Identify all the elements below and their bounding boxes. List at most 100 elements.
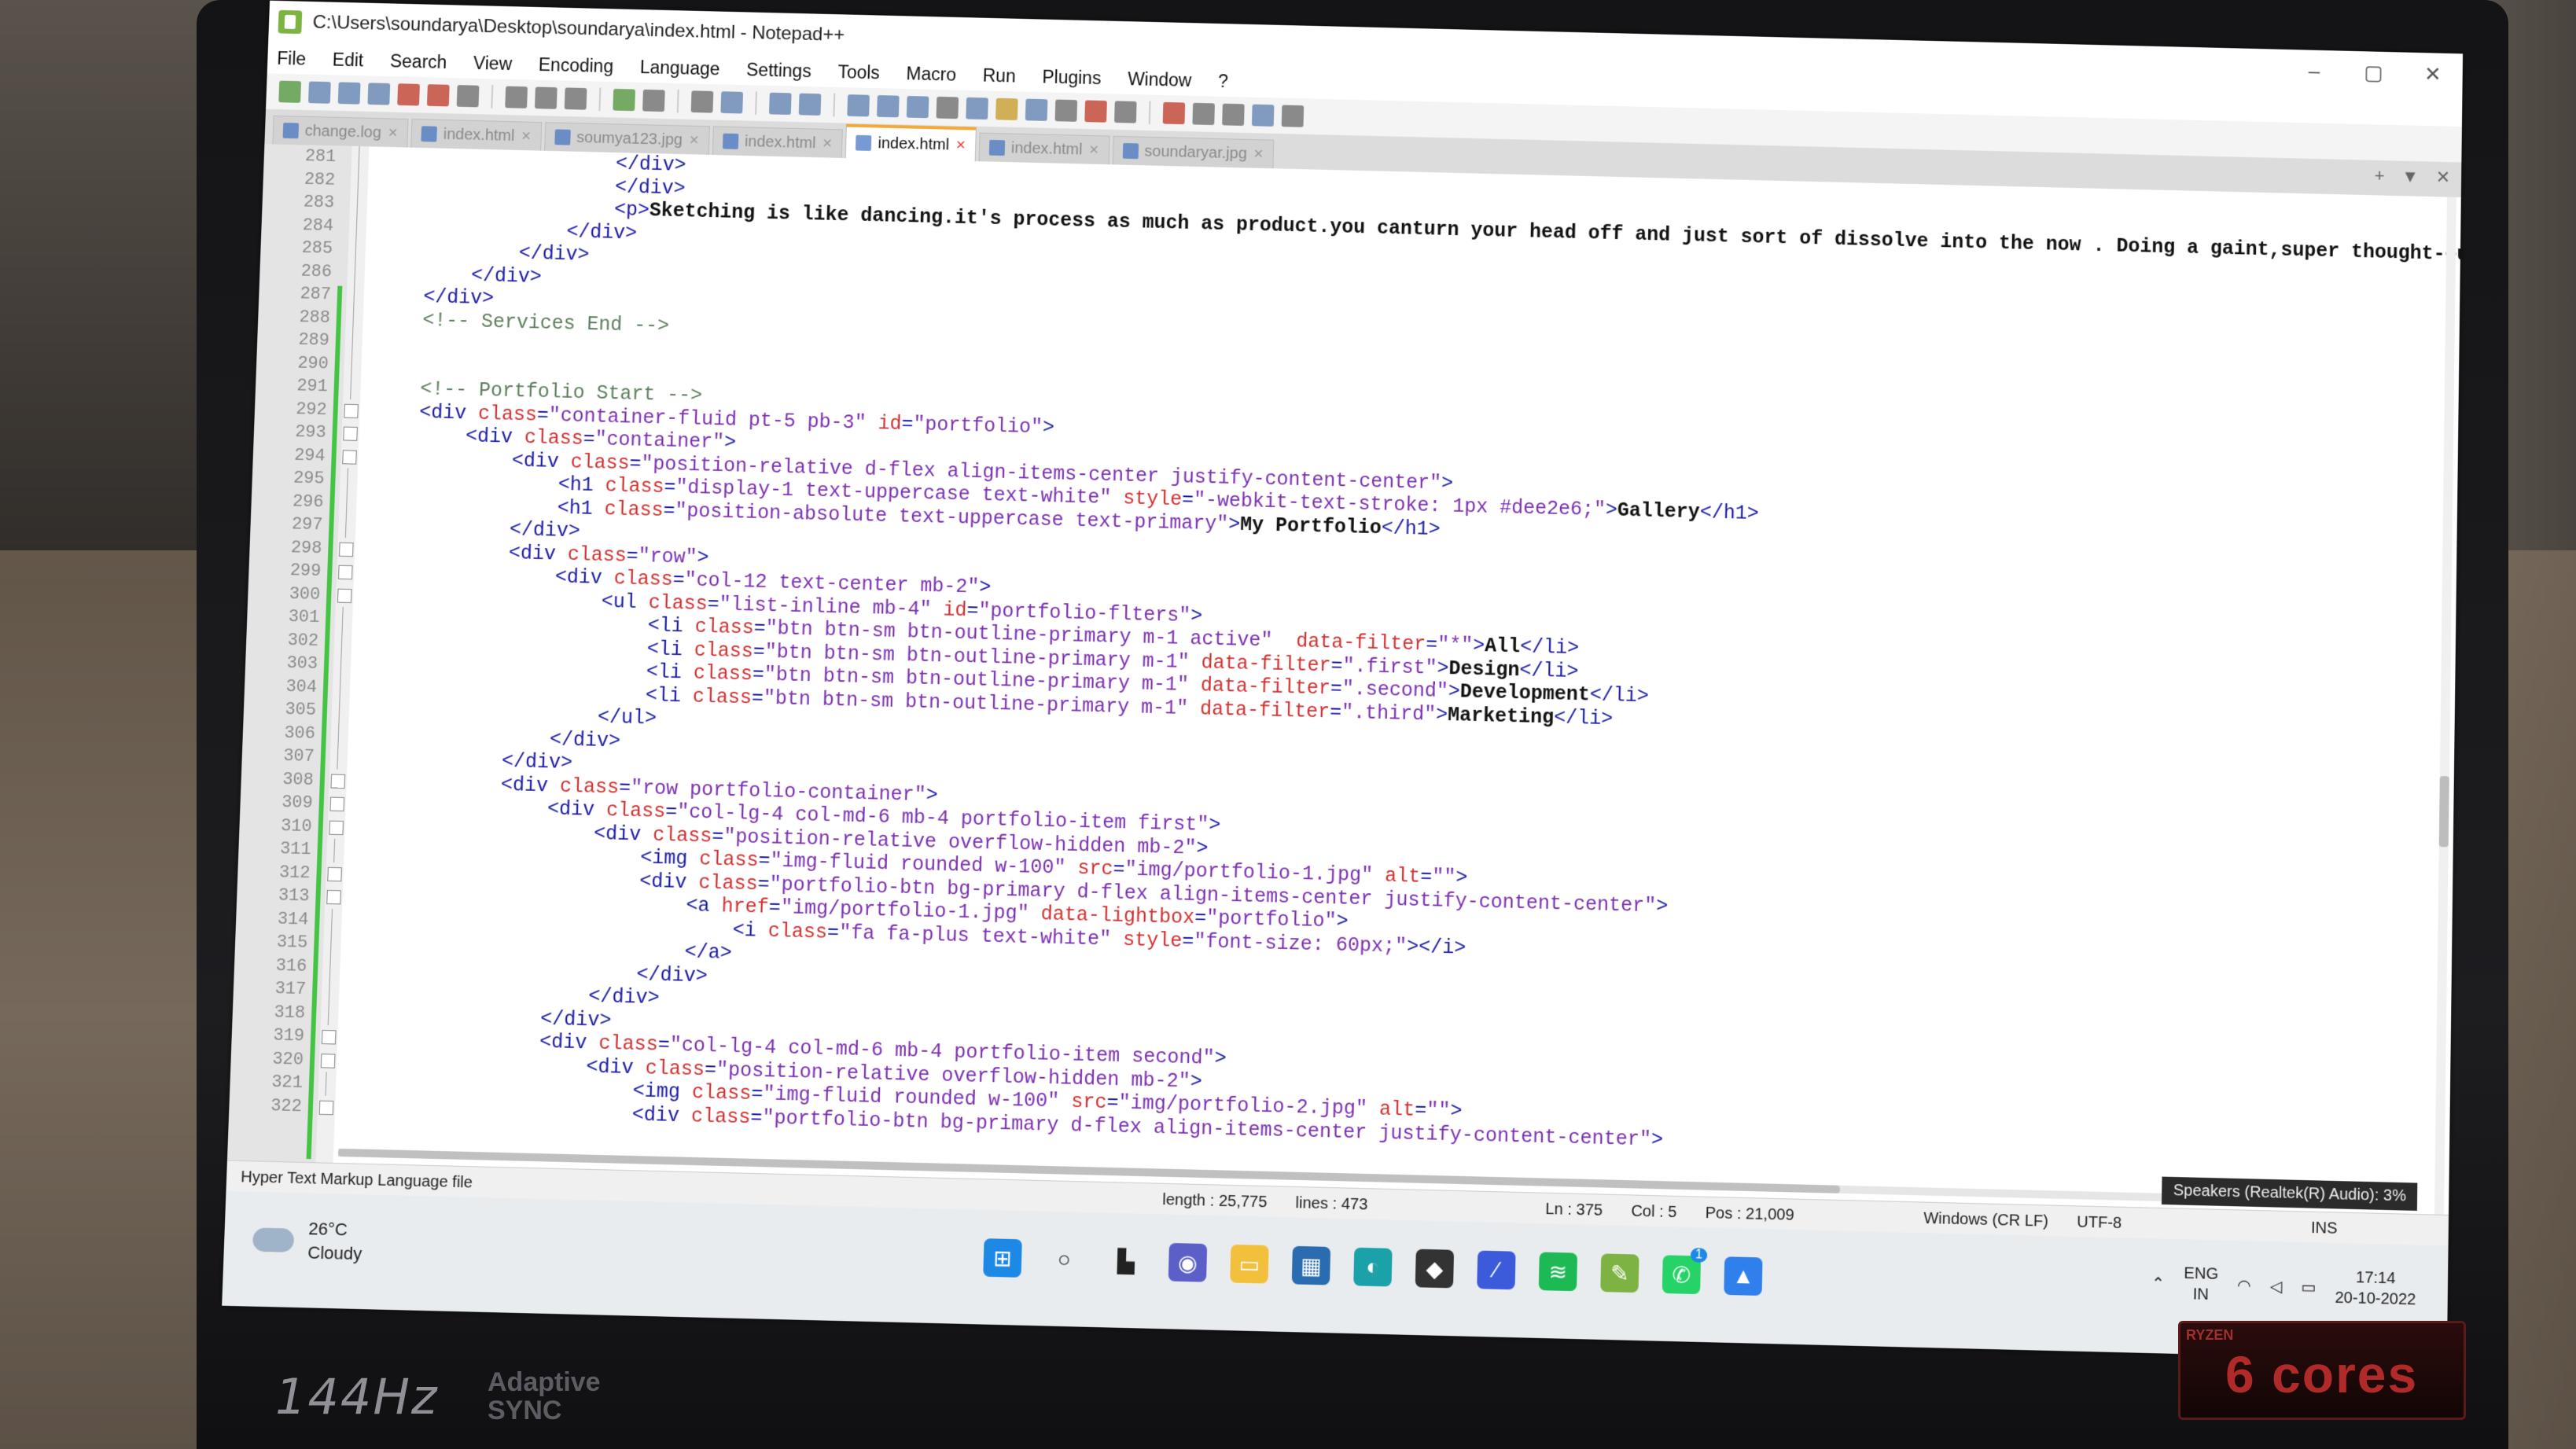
battery-icon[interactable]: ▭ xyxy=(2301,1277,2316,1297)
fold-toggle-icon[interactable] xyxy=(329,797,344,811)
stop-macro-icon[interactable] xyxy=(1192,103,1215,125)
unity-hub-icon[interactable]: ◆ xyxy=(1415,1249,1454,1289)
menu-tools[interactable]: Tools xyxy=(837,61,880,83)
fold-toggle-icon[interactable] xyxy=(343,427,358,441)
notepad-plus-plus-icon[interactable]: ✎ xyxy=(1600,1253,1639,1293)
indent-guide-icon[interactable] xyxy=(966,97,988,120)
fold-toggle-icon[interactable] xyxy=(339,542,354,556)
chevron-up-icon[interactable]: ⌃ xyxy=(2151,1273,2165,1293)
replace-icon[interactable] xyxy=(720,91,743,113)
close-file-icon[interactable] xyxy=(397,83,420,105)
language-indicator[interactable]: ENG IN xyxy=(2184,1263,2218,1306)
tab-index-html[interactable]: index.html ✕ xyxy=(410,119,542,151)
fold-toggle-icon[interactable] xyxy=(338,565,353,579)
tab-index-html-active[interactable]: index.html ✕ xyxy=(845,124,977,161)
visual-studio-icon[interactable]: ∕ xyxy=(1477,1251,1515,1290)
copy-icon[interactable] xyxy=(535,86,558,108)
fold-toggle-icon[interactable] xyxy=(342,450,357,464)
fold-toggle-icon[interactable] xyxy=(331,774,346,788)
speaker-icon[interactable]: ◁ xyxy=(2270,1276,2283,1296)
menu-search[interactable]: Search xyxy=(389,50,447,72)
plus-icon[interactable]: + xyxy=(2374,166,2384,186)
close-button[interactable]: ✕ xyxy=(2403,61,2463,86)
status-eol[interactable]: Windows (CR LF) xyxy=(1909,1209,2063,1231)
menu-file[interactable]: File xyxy=(277,48,307,70)
cut-icon[interactable] xyxy=(505,86,528,108)
tab-close-icon[interactable]: ✕ xyxy=(822,136,833,152)
status-encoding[interactable]: UTF-8 xyxy=(2063,1213,2297,1238)
file-explorer-icon[interactable]: ▭ xyxy=(1230,1245,1269,1284)
close-all-icon[interactable] xyxy=(427,84,450,106)
whatsapp-icon[interactable]: ✆ 1 xyxy=(1662,1255,1701,1294)
word-wrap-icon[interactable] xyxy=(907,96,929,118)
save-icon[interactable] xyxy=(338,82,361,104)
clock[interactable]: 17:14 20-10-2022 xyxy=(2335,1267,2416,1310)
zoom-out-icon[interactable] xyxy=(799,94,822,116)
menu-settings[interactable]: Settings xyxy=(746,59,811,82)
fold-toggle-icon[interactable] xyxy=(319,1100,334,1115)
task-view-icon[interactable]: ▙ xyxy=(1106,1241,1146,1281)
minimize-button[interactable]: – xyxy=(2284,58,2344,83)
fold-toggle-icon[interactable] xyxy=(327,866,342,881)
folder-as-workspace-icon[interactable] xyxy=(1084,100,1107,122)
redo-icon[interactable] xyxy=(642,90,665,112)
tab-change-log[interactable]: change.log ✕ xyxy=(272,116,408,148)
find-icon[interactable] xyxy=(691,90,714,112)
microsoft-store-icon[interactable]: ▦ xyxy=(1292,1246,1331,1285)
edge-browser-icon[interactable]: ◐ xyxy=(1353,1248,1392,1287)
save-macro-icon[interactable] xyxy=(1282,105,1305,127)
tab-soumya123-jpg[interactable]: soumya123.jpg ✕ xyxy=(544,122,710,155)
menu-language[interactable]: Language xyxy=(639,57,719,79)
tab-close-icon[interactable]: ✕ xyxy=(1253,146,1264,162)
fold-toggle-icon[interactable] xyxy=(329,820,344,834)
play-macro-icon[interactable] xyxy=(1222,104,1245,126)
paste-icon[interactable] xyxy=(565,87,587,109)
maximize-button[interactable]: ▢ xyxy=(2344,60,2404,85)
fold-toggle-icon[interactable] xyxy=(322,1030,337,1045)
menu-edit[interactable]: Edit xyxy=(332,49,363,71)
tab-soundaryar-jpg[interactable]: soundaryar.jpg ✕ xyxy=(1112,136,1274,169)
tab-close-icon[interactable]: ✕ xyxy=(1088,142,1099,158)
menu-plugins[interactable]: Plugins xyxy=(1042,66,1102,88)
open-file-icon[interactable] xyxy=(308,81,331,103)
sync-horizontal-icon[interactable] xyxy=(877,95,900,117)
weather-widget[interactable]: 26°C Cloudy xyxy=(252,1215,362,1266)
run-macro-multiple-icon[interactable] xyxy=(1252,105,1275,127)
menu-view[interactable]: View xyxy=(473,53,513,75)
tab-index-html[interactable]: index.html ✕ xyxy=(979,133,1110,165)
sync-vertical-icon[interactable] xyxy=(847,94,870,116)
tab-close-icon[interactable]: ✕ xyxy=(521,128,532,144)
scrollbar-thumb[interactable] xyxy=(2439,776,2449,848)
search-icon[interactable]: ○ xyxy=(1045,1240,1084,1279)
tab-index-html[interactable]: index.html ✕ xyxy=(712,126,844,158)
close-icon[interactable]: ✕ xyxy=(2436,167,2451,188)
fold-toggle-icon[interactable] xyxy=(326,890,341,905)
wifi-icon[interactable]: ◠ xyxy=(2237,1275,2251,1296)
save-all-icon[interactable] xyxy=(367,83,390,105)
tab-close-icon[interactable]: ✕ xyxy=(388,125,399,141)
tab-close-icon[interactable]: ✕ xyxy=(955,138,966,153)
photos-icon[interactable]: ▲ xyxy=(1724,1256,1762,1296)
function-list-icon[interactable] xyxy=(1055,100,1078,122)
spotify-icon[interactable]: ≋ xyxy=(1539,1252,1577,1291)
lang-define-icon[interactable] xyxy=(995,98,1018,120)
code-editor[interactable]: 281 </div> 282 </div> 283 <p>Sketching is … xyxy=(227,144,2461,1215)
monitoring-icon[interactable] xyxy=(1114,101,1137,123)
windows-start-icon[interactable]: ⊞ xyxy=(983,1238,1022,1278)
menu-help[interactable]: ? xyxy=(1218,71,1228,92)
zoom-in-icon[interactable] xyxy=(769,93,792,115)
doc-map-icon[interactable] xyxy=(1025,99,1048,121)
menu-run[interactable]: Run xyxy=(982,64,1016,86)
show-all-chars-icon[interactable] xyxy=(937,97,959,119)
menu-macro[interactable]: Macro xyxy=(906,63,956,85)
record-macro-icon[interactable] xyxy=(1163,102,1186,124)
tab-close-icon[interactable]: ✕ xyxy=(689,133,700,149)
chat-icon[interactable]: ◉ xyxy=(1168,1243,1208,1282)
print-icon[interactable] xyxy=(457,85,480,107)
undo-icon[interactable] xyxy=(613,89,635,111)
fold-toggle-icon[interactable] xyxy=(321,1054,336,1068)
fold-toggle-icon[interactable] xyxy=(344,403,359,417)
chevron-down-icon[interactable]: ▼ xyxy=(2401,167,2419,187)
menu-window[interactable]: Window xyxy=(1128,68,1192,91)
menu-encoding[interactable]: Encoding xyxy=(538,54,613,77)
